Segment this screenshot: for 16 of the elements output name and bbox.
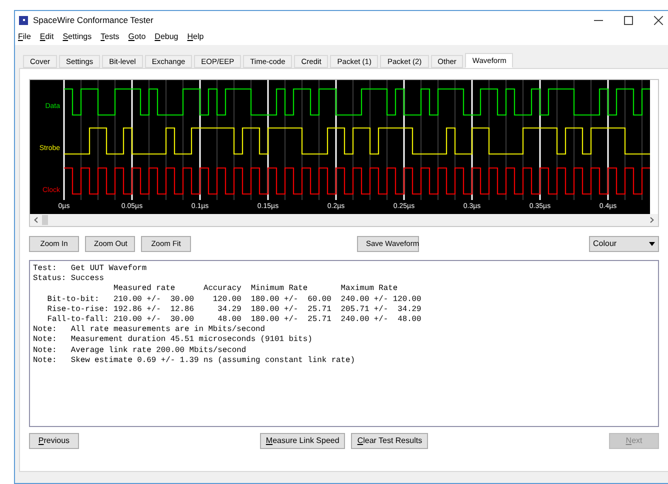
nav-button[interactable]: Measure Link Speed (260, 433, 346, 449)
dropdown-arrow-icon (649, 242, 655, 246)
window-title: SpaceWire Conformance Tester (33, 14, 154, 26)
menu-item[interactable]: Help (187, 31, 204, 43)
menu-item[interactable]: Tests (100, 31, 120, 43)
nav-button[interactable]: Previous (29, 433, 79, 449)
scroll-thumb[interactable] (42, 215, 48, 225)
menu-item[interactable]: Goto (128, 31, 146, 43)
app-icon (19, 16, 28, 24)
nav-button[interactable]: Clear Test Results (351, 433, 428, 449)
menu-item[interactable]: Edit (40, 31, 54, 43)
menu-item[interactable]: Debug (154, 31, 178, 43)
menu-item[interactable]: Settings (62, 31, 92, 43)
menu-item[interactable]: File (18, 31, 31, 43)
horizontal-scrollbar[interactable] (30, 214, 658, 226)
colour-select[interactable]: Colour (589, 236, 659, 252)
